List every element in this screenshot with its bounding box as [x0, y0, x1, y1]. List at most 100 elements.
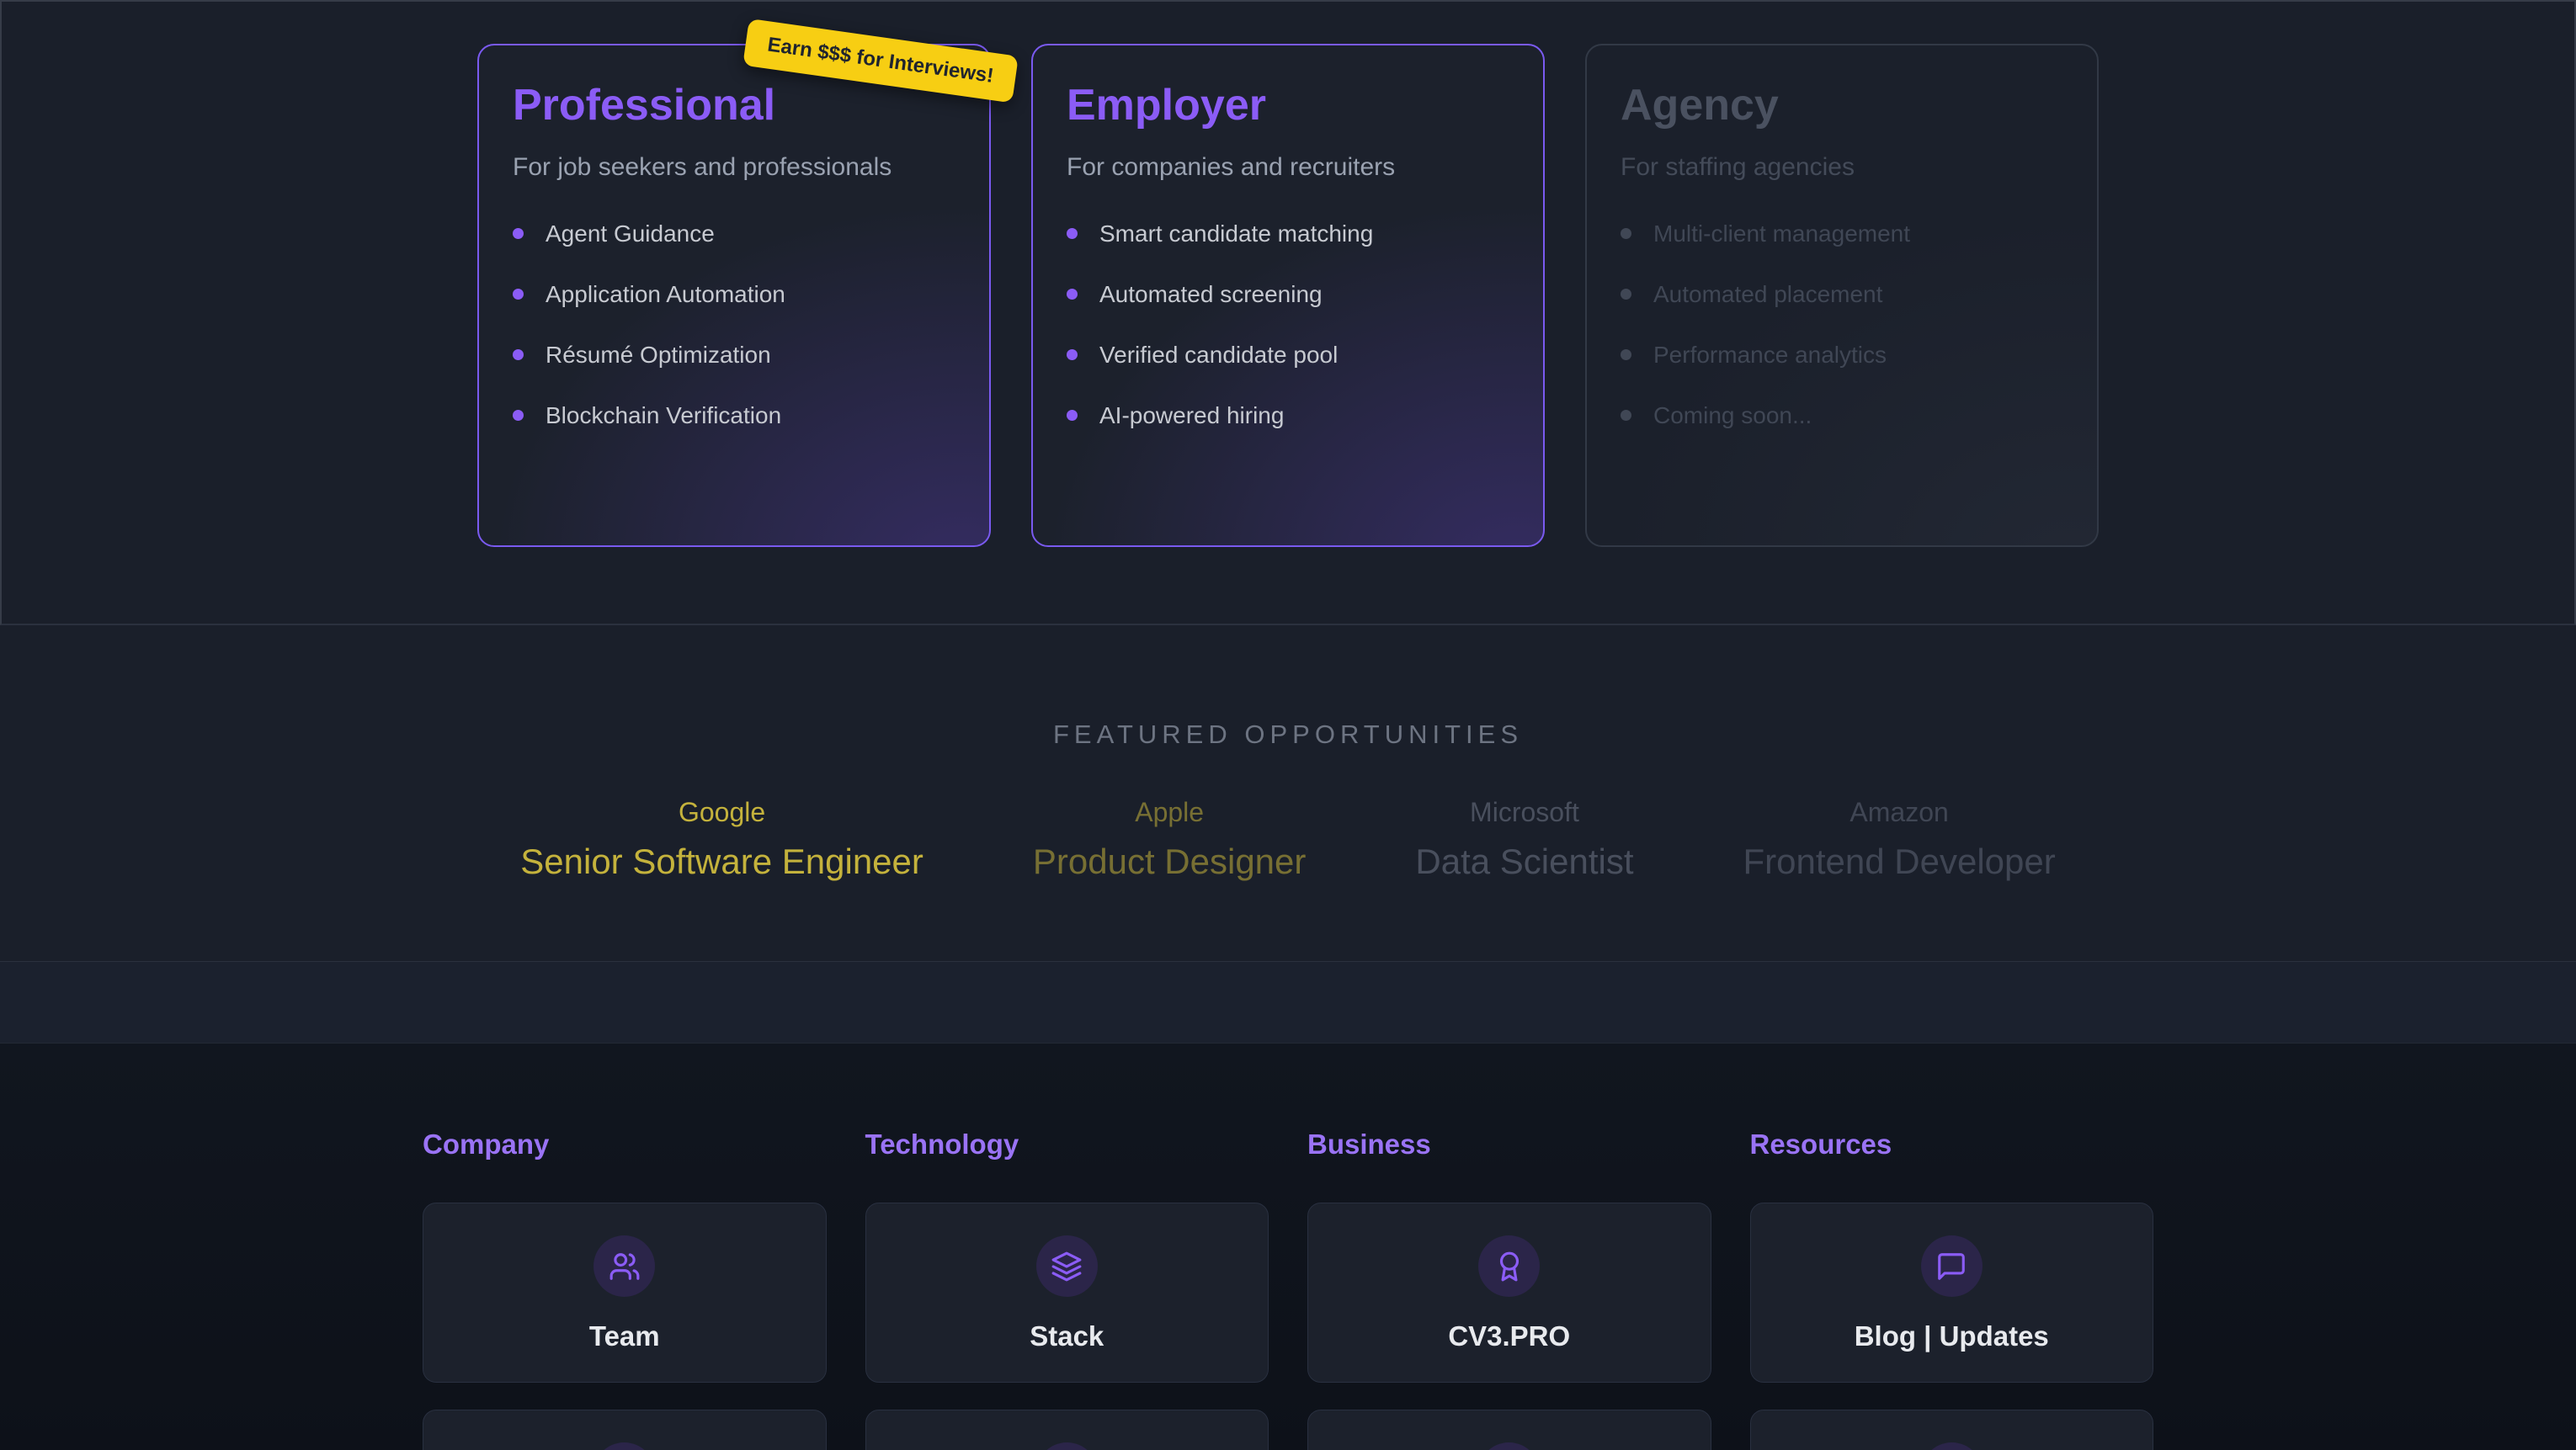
footer-column-heading: Resources — [1750, 1129, 2154, 1161]
plan-title: Agency — [1621, 81, 2063, 131]
plan-feature: Automated screening — [1067, 281, 1509, 308]
job-company: Apple — [1033, 797, 1307, 828]
footer-tile-stack[interactable]: Stack — [865, 1203, 1269, 1383]
job-title: Senior Software Engineer — [520, 842, 923, 882]
tile-label: CV3.PRO — [1448, 1320, 1570, 1352]
section-divider-band — [0, 962, 2576, 1044]
tile-label: Stack — [1030, 1320, 1104, 1352]
bullet-icon — [1067, 410, 1078, 421]
footer-tile-blog[interactable]: Blog | Updates — [1750, 1203, 2154, 1383]
plan-feature: Multi-client management — [1621, 220, 2063, 247]
footer-tile-partial[interactable] — [1750, 1410, 2154, 1450]
landing-page: Earn $$$ for Interviews! Professional Fo… — [0, 0, 2576, 1450]
tile-label: Blog | Updates — [1855, 1320, 2049, 1352]
plan-feature: Performance analytics — [1621, 342, 2063, 369]
footer-column-company: Company Team — [423, 1129, 827, 1450]
footer-column-heading: Business — [1307, 1129, 1711, 1161]
message-square-icon — [1935, 1251, 1967, 1283]
tile-icon-circle — [1036, 1442, 1098, 1450]
plan-feature-list: Agent Guidance Application Automation Ré… — [513, 220, 955, 429]
job-title: Frontend Developer — [1743, 842, 2056, 882]
footer-column-resources: Resources Blog | Updates — [1750, 1129, 2154, 1450]
bullet-icon — [1067, 349, 1078, 360]
plan-feature: Smart candidate matching — [1067, 220, 1509, 247]
tile-icon-circle — [1036, 1235, 1098, 1297]
footer-tile-partial[interactable] — [865, 1410, 1269, 1450]
plan-feature-label: Résumé Optimization — [546, 342, 771, 369]
bullet-icon — [1067, 289, 1078, 300]
plan-feature-label: Performance analytics — [1653, 342, 1887, 369]
featured-jobs-row: Google Senior Software Engineer Apple Pr… — [0, 797, 2576, 882]
site-footer: Company Team Technology — [0, 1044, 2576, 1450]
featured-job-google[interactable]: Google Senior Software Engineer — [520, 797, 923, 882]
plan-subtitle: For job seekers and professionals — [513, 153, 955, 182]
plan-feature-label: Automated placement — [1653, 281, 1882, 308]
plan-feature-list: Smart candidate matching Automated scree… — [1067, 220, 1509, 429]
award-icon — [1493, 1251, 1525, 1283]
plan-feature-label: Application Automation — [546, 281, 785, 308]
plan-feature-label: Smart candidate matching — [1099, 220, 1373, 247]
featured-opportunities-section: FEATURED OPPORTUNITIES Google Senior Sof… — [0, 625, 2576, 962]
job-company: Amazon — [1743, 797, 2056, 828]
tile-icon-circle — [1478, 1235, 1540, 1297]
plan-feature: Coming soon... — [1621, 402, 2063, 429]
bullet-icon — [1621, 410, 1631, 421]
footer-tile-cv3pro[interactable]: CV3.PRO — [1307, 1203, 1711, 1383]
featured-job-amazon[interactable]: Amazon Frontend Developer — [1743, 797, 2056, 882]
footer-tile-partial[interactable] — [423, 1410, 827, 1450]
tile-icon-circle — [593, 1442, 655, 1450]
plan-card-agency: Agency For staffing agencies Multi-clien… — [1585, 44, 2099, 547]
plan-feature: Application Automation — [513, 281, 955, 308]
plan-card-professional[interactable]: Professional For job seekers and profess… — [477, 44, 991, 547]
plan-subtitle: For staffing agencies — [1621, 153, 2063, 182]
plan-feature-label: Automated screening — [1099, 281, 1323, 308]
plan-feature-label: Verified candidate pool — [1099, 342, 1338, 369]
plan-feature: Automated placement — [1621, 281, 2063, 308]
plan-feature: AI-powered hiring — [1067, 402, 1509, 429]
users-icon — [609, 1251, 641, 1283]
plan-card-employer[interactable]: Employer For companies and recruiters Sm… — [1031, 44, 1545, 547]
plan-feature: Blockchain Verification — [513, 402, 955, 429]
plan-feature: Résumé Optimization — [513, 342, 955, 369]
job-title: Data Scientist — [1415, 842, 1633, 882]
plan-title: Professional — [513, 81, 955, 131]
plans-row: Professional For job seekers and profess… — [477, 44, 2099, 547]
bullet-icon — [513, 228, 524, 239]
plan-feature-label: Coming soon... — [1653, 402, 1812, 429]
bullet-icon — [1621, 228, 1631, 239]
plans-section: Earn $$$ for Interviews! Professional Fo… — [0, 0, 2576, 625]
bullet-icon — [513, 289, 524, 300]
bullet-icon — [513, 349, 524, 360]
footer-column-business: Business CV3.PRO — [1307, 1129, 1711, 1450]
bullet-icon — [1067, 228, 1078, 239]
featured-job-apple[interactable]: Apple Product Designer — [1033, 797, 1307, 882]
footer-column-technology: Technology Stack — [865, 1129, 1269, 1450]
footer-grid: Company Team Technology — [423, 1129, 2153, 1450]
plan-feature-label: Blockchain Verification — [546, 402, 781, 429]
footer-tile-team[interactable]: Team — [423, 1203, 827, 1383]
plan-feature-list: Multi-client management Automated placem… — [1621, 220, 2063, 429]
footer-column-heading: Technology — [865, 1129, 1269, 1161]
job-company: Google — [520, 797, 923, 828]
featured-job-microsoft[interactable]: Microsoft Data Scientist — [1415, 797, 1633, 882]
plan-subtitle: For companies and recruiters — [1067, 153, 1509, 182]
plan-feature: Verified candidate pool — [1067, 342, 1509, 369]
job-company: Microsoft — [1415, 797, 1633, 828]
tile-icon-circle — [1921, 1235, 1983, 1297]
tile-icon-circle — [593, 1235, 655, 1297]
job-title: Product Designer — [1033, 842, 1307, 882]
tile-icon-circle — [1478, 1442, 1540, 1450]
tile-icon-circle — [1921, 1442, 1983, 1450]
featured-heading: FEATURED OPPORTUNITIES — [0, 720, 2576, 750]
plan-feature: Agent Guidance — [513, 220, 955, 247]
footer-tile-partial[interactable] — [1307, 1410, 1711, 1450]
plan-title: Employer — [1067, 81, 1509, 131]
plan-feature-label: AI-powered hiring — [1099, 402, 1284, 429]
bullet-icon — [513, 410, 524, 421]
layers-icon — [1051, 1251, 1083, 1283]
bullet-icon — [1621, 289, 1631, 300]
plan-feature-label: Agent Guidance — [546, 220, 715, 247]
tile-label: Team — [589, 1320, 660, 1352]
plan-feature-label: Multi-client management — [1653, 220, 1910, 247]
bullet-icon — [1621, 349, 1631, 360]
